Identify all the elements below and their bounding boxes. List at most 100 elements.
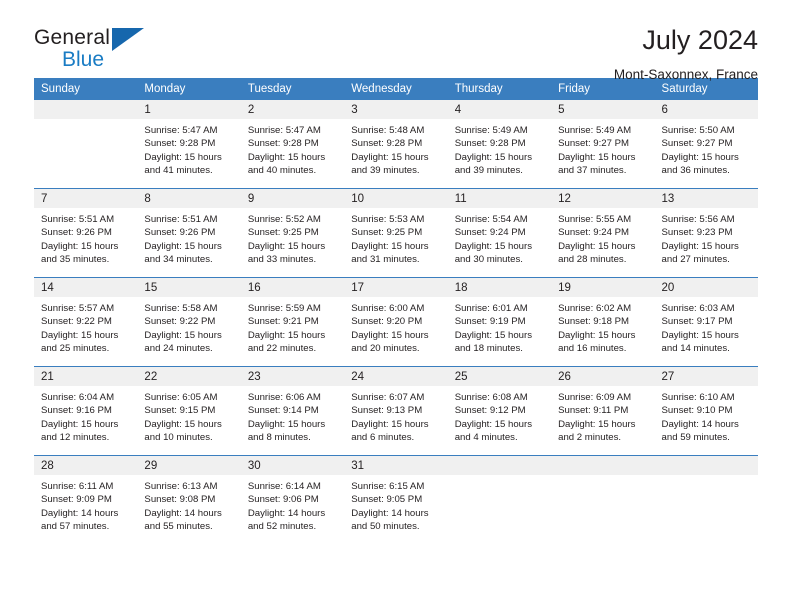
- calendar-day-cell[interactable]: 7 Sunrise: 5:51 AM Sunset: 9:26 PM Daylight…: [34, 188, 138, 278]
- day-cell-inner: 6 Sunrise: 5:50 AM Sunset: 9:27 PM Daylight…: [654, 100, 758, 188]
- sunrise-text: Sunrise: 5:47 AM: [144, 125, 218, 136]
- calendar-day-cell[interactable]: 30 Sunrise: 6:14 AM Sunset: 9:06 PM Dayligh…: [240, 455, 345, 544]
- sunrise-text: Sunrise: 5:51 AM: [41, 214, 115, 225]
- calendar-day-cell[interactable]: 14 Sunrise: 5:57 AM Sunset: 9:22 PM Dayligh…: [34, 277, 138, 367]
- daylight-text: Daylight: 15 hours: [351, 240, 429, 252]
- daylight-text: and 59 minutes.: [661, 432, 730, 444]
- calendar-day-cell[interactable]: 21 Sunrise: 6:04 AM Sunset: 9:16 PM Dayligh…: [34, 366, 138, 456]
- calendar-week-row: 28 Sunrise: 6:11 AM Sunset: 9:09 PM Dayligh…: [34, 455, 758, 544]
- sunset-text: Sunset: 9:17 PM: [661, 316, 733, 328]
- calendar-day-cell[interactable]: 3 Sunrise: 5:48 AM Sunset: 9:28 PM Daylight…: [344, 100, 448, 189]
- calendar-day-cell[interactable]: 22 Sunrise: 6:05 AM Sunset: 9:15 PM Dayligh…: [137, 366, 241, 456]
- day-number: [447, 456, 552, 475]
- sunset-text: Sunset: 9:13 PM: [351, 405, 423, 417]
- calendar-day-cell[interactable]: 9 Sunrise: 5:52 AM Sunset: 9:25 PM Daylight…: [240, 188, 345, 278]
- day-details: Sunrise: 5:51 AM Sunset: 9:26 PM Daylight:…: [34, 208, 137, 267]
- sunset-text: Sunset: 9:26 PM: [144, 227, 216, 239]
- calendar-day-cell[interactable]: 27 Sunrise: 6:10 AM Sunset: 9:10 PM Dayligh…: [654, 366, 758, 456]
- daylight-text: and 39 minutes.: [351, 165, 420, 177]
- sunrise-text: Sunrise: 5:56 AM: [661, 214, 735, 225]
- calendar-empty-cell: [654, 455, 758, 544]
- calendar-day-cell[interactable]: 29 Sunrise: 6:13 AM Sunset: 9:08 PM Dayligh…: [137, 455, 241, 544]
- calendar-day-cell[interactable]: 11 Sunrise: 5:54 AM Sunset: 9:24 PM Dayligh…: [447, 188, 552, 278]
- calendar-day-cell[interactable]: 23 Sunrise: 6:06 AM Sunset: 9:14 PM Dayligh…: [240, 366, 345, 456]
- day-number: 4: [447, 100, 552, 119]
- title-block: July 2024 Mont-Saxonnex, France: [614, 25, 758, 81]
- calendar-empty-cell: [447, 455, 552, 544]
- calendar-day-cell[interactable]: 20 Sunrise: 6:03 AM Sunset: 9:17 PM Dayligh…: [654, 277, 758, 367]
- sunrise-text: Sunrise: 5:57 AM: [41, 303, 115, 314]
- day-number: 3: [344, 100, 448, 119]
- daylight-text: Daylight: 14 hours: [41, 507, 119, 519]
- day-details: Sunrise: 6:08 AM Sunset: 9:12 PM Daylight:…: [448, 386, 551, 445]
- day-number: 21: [34, 367, 138, 386]
- day-cell-inner: [654, 456, 758, 544]
- day-number: 18: [447, 278, 552, 297]
- sunrise-text: Sunrise: 5:49 AM: [454, 125, 528, 136]
- day-details: Sunrise: 6:15 AM Sunset: 9:05 PM Daylight:…: [344, 475, 447, 534]
- daylight-text: and 22 minutes.: [247, 343, 317, 355]
- calendar-day-cell[interactable]: 19 Sunrise: 6:02 AM Sunset: 9:18 PM Dayligh…: [551, 277, 655, 367]
- calendar-day-cell[interactable]: 10 Sunrise: 5:53 AM Sunset: 9:25 PM Dayligh…: [344, 188, 448, 278]
- daylight-text: Daylight: 15 hours: [144, 240, 222, 252]
- calendar-day-cell[interactable]: 6 Sunrise: 5:50 AM Sunset: 9:27 PM Daylight…: [654, 100, 758, 189]
- calendar-day-cell[interactable]: 15 Sunrise: 5:58 AM Sunset: 9:22 PM Dayligh…: [137, 277, 241, 367]
- day-number: 23: [240, 367, 345, 386]
- calendar-day-cell[interactable]: 5 Sunrise: 5:49 AM Sunset: 9:27 PM Daylight…: [551, 100, 655, 189]
- day-cell-inner: 12 Sunrise: 5:55 AM Sunset: 9:24 PM Dayligh…: [551, 189, 655, 277]
- calendar-day-cell[interactable]: 31 Sunrise: 6:15 AM Sunset: 9:05 PM Dayligh…: [344, 455, 448, 544]
- calendar-day-cell[interactable]: 26 Sunrise: 6:09 AM Sunset: 9:11 PM Dayligh…: [551, 366, 655, 456]
- sunset-text: Sunset: 9:10 PM: [661, 405, 733, 417]
- calendar-day-cell[interactable]: 28 Sunrise: 6:11 AM Sunset: 9:09 PM Dayligh…: [34, 455, 138, 544]
- calendar-day-cell[interactable]: 17 Sunrise: 6:00 AM Sunset: 9:20 PM Dayligh…: [344, 277, 448, 367]
- general-blue-logo: General Blue: [34, 26, 154, 78]
- calendar-day-cell[interactable]: 1 Sunrise: 5:47 AM Sunset: 9:28 PM Daylight…: [137, 100, 241, 189]
- weekday-header-thursday: Thursday: [447, 78, 552, 100]
- calendar-day-cell[interactable]: 16 Sunrise: 5:59 AM Sunset: 9:21 PM Dayligh…: [240, 277, 345, 367]
- day-details: Sunrise: 6:10 AM Sunset: 9:10 PM Daylight:…: [655, 386, 758, 445]
- day-details: Sunrise: 6:09 AM Sunset: 9:11 PM Daylight:…: [551, 386, 654, 445]
- calendar-day-cell[interactable]: 4 Sunrise: 5:49 AM Sunset: 9:28 PM Daylight…: [447, 100, 552, 189]
- calendar-day-cell[interactable]: 13 Sunrise: 5:56 AM Sunset: 9:23 PM Dayligh…: [654, 188, 758, 278]
- daylight-text: and 14 minutes.: [661, 343, 730, 355]
- daylight-text: and 4 minutes.: [454, 432, 518, 444]
- sunrise-text: Sunrise: 5:55 AM: [558, 214, 632, 225]
- sunset-text: Sunset: 9:22 PM: [144, 316, 216, 328]
- daylight-text: Daylight: 15 hours: [351, 151, 429, 163]
- day-number: 6: [654, 100, 758, 119]
- sunrise-text: Sunrise: 6:01 AM: [454, 303, 528, 314]
- day-number: 5: [551, 100, 655, 119]
- daylight-text: Daylight: 14 hours: [351, 507, 429, 519]
- sunrise-text: Sunrise: 6:06 AM: [247, 392, 321, 403]
- sunrise-text: Sunrise: 6:11 AM: [41, 481, 114, 492]
- day-details: Sunrise: 5:51 AM Sunset: 9:26 PM Daylight:…: [137, 208, 240, 267]
- day-details: Sunrise: 6:05 AM Sunset: 9:15 PM Daylight:…: [137, 386, 240, 445]
- day-cell-inner: 24 Sunrise: 6:07 AM Sunset: 9:13 PM Dayligh…: [344, 367, 448, 455]
- calendar-day-cell[interactable]: 25 Sunrise: 6:08 AM Sunset: 9:12 PM Dayligh…: [447, 366, 552, 456]
- day-cell-inner: 5 Sunrise: 5:49 AM Sunset: 9:27 PM Daylight…: [551, 100, 655, 188]
- calendar-page: General Blue July 2024 Mont-Saxonnex, Fr…: [0, 0, 792, 612]
- calendar-day-cell[interactable]: 8 Sunrise: 5:51 AM Sunset: 9:26 PM Daylight…: [137, 188, 241, 278]
- daylight-text: Daylight: 15 hours: [558, 240, 636, 252]
- day-number: 11: [447, 189, 552, 208]
- daylight-text: Daylight: 15 hours: [558, 151, 636, 163]
- daylight-text: and 18 minutes.: [454, 343, 523, 355]
- calendar-day-cell[interactable]: 24 Sunrise: 6:07 AM Sunset: 9:13 PM Dayligh…: [344, 366, 448, 456]
- day-cell-inner: 11 Sunrise: 5:54 AM Sunset: 9:24 PM Dayligh…: [447, 189, 552, 277]
- day-cell-inner: 13 Sunrise: 5:56 AM Sunset: 9:23 PM Dayligh…: [654, 189, 758, 277]
- day-number: 20: [654, 278, 758, 297]
- sunrise-text: Sunrise: 5:49 AM: [558, 125, 632, 136]
- day-details: Sunrise: 5:47 AM Sunset: 9:28 PM Daylight:…: [241, 119, 344, 178]
- calendar-day-cell[interactable]: 12 Sunrise: 5:55 AM Sunset: 9:24 PM Dayligh…: [551, 188, 655, 278]
- calendar-day-cell[interactable]: 2 Sunrise: 5:47 AM Sunset: 9:28 PM Daylight…: [240, 100, 345, 189]
- daylight-text: and 35 minutes.: [41, 254, 110, 266]
- sunrise-text: Sunrise: 6:07 AM: [351, 392, 425, 403]
- day-details: Sunrise: 6:11 AM Sunset: 9:09 PM Daylight:…: [34, 475, 137, 534]
- calendar-day-cell[interactable]: 18 Sunrise: 6:01 AM Sunset: 9:19 PM Dayligh…: [447, 277, 552, 367]
- sunrise-text: Sunrise: 6:00 AM: [351, 303, 425, 314]
- day-cell-inner: 22 Sunrise: 6:05 AM Sunset: 9:15 PM Dayligh…: [137, 367, 241, 455]
- daylight-text: Daylight: 15 hours: [41, 418, 119, 430]
- day-number: 9: [240, 189, 345, 208]
- daylight-text: and 31 minutes.: [351, 254, 420, 266]
- sunset-text: Sunset: 9:21 PM: [247, 316, 319, 328]
